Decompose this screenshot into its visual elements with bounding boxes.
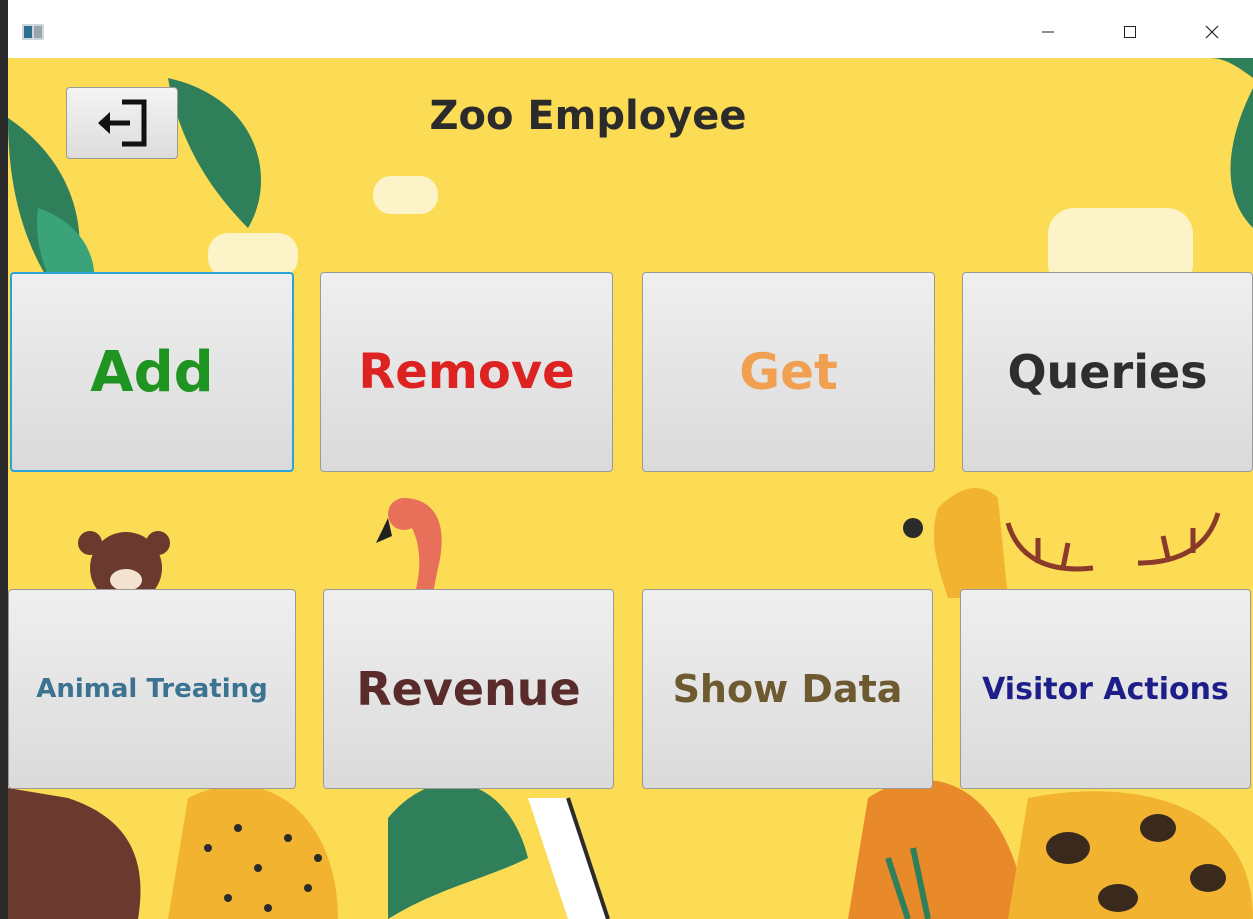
add-button-label: Add xyxy=(90,339,214,405)
minimize-button[interactable] xyxy=(1025,16,1071,48)
maximize-button[interactable] xyxy=(1107,16,1153,48)
close-icon xyxy=(1205,25,1219,39)
zoo-illustration xyxy=(8,58,1253,919)
animal-treating-button[interactable]: Animal Treating xyxy=(8,589,296,789)
exit-arrow-icon xyxy=(98,99,147,147)
queries-button[interactable]: Queries xyxy=(962,272,1253,472)
minimize-icon xyxy=(1042,31,1054,33)
window-titlebar xyxy=(8,0,1253,58)
get-button[interactable]: Get xyxy=(642,272,935,472)
close-button[interactable] xyxy=(1189,16,1235,48)
queries-button-label: Queries xyxy=(1007,345,1208,399)
add-button[interactable]: Add xyxy=(10,272,294,472)
show-data-button-label: Show Data xyxy=(672,667,903,711)
remove-button-label: Remove xyxy=(358,344,575,400)
animal-treating-button-label: Animal Treating xyxy=(36,674,268,704)
back-button[interactable] xyxy=(66,87,178,159)
visitor-actions-button-label: Visitor Actions xyxy=(982,671,1229,707)
app-icon xyxy=(22,24,44,40)
page-title: Zoo Employee xyxy=(429,93,747,139)
visitor-actions-button[interactable]: Visitor Actions xyxy=(960,589,1251,789)
maximize-icon xyxy=(1124,26,1136,38)
show-data-button[interactable]: Show Data xyxy=(642,589,933,789)
revenue-button-label: Revenue xyxy=(356,662,581,716)
zoo-background: Zoo Employee Add Remove Get Queries Anim… xyxy=(8,58,1253,919)
get-button-label: Get xyxy=(739,343,838,401)
app-window: Zoo Employee Add Remove Get Queries Anim… xyxy=(8,0,1253,919)
remove-button[interactable]: Remove xyxy=(320,272,613,472)
revenue-button[interactable]: Revenue xyxy=(323,589,614,789)
